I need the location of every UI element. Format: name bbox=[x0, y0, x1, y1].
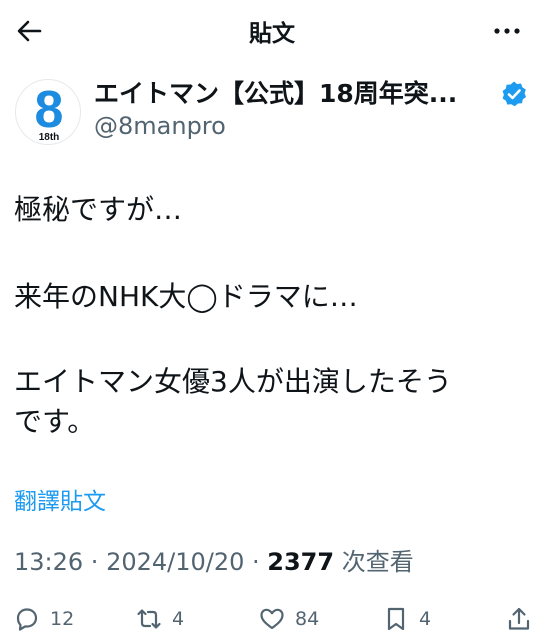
bookmark-button[interactable]: 4 bbox=[383, 606, 431, 632]
verified-badge-icon bbox=[500, 80, 528, 108]
share-button[interactable] bbox=[506, 606, 532, 632]
translate-post-link[interactable]: 翻譯貼文 bbox=[14, 482, 106, 516]
bookmark-count: 4 bbox=[419, 608, 432, 630]
meta-separator: · bbox=[83, 548, 107, 576]
reply-button[interactable]: 12 bbox=[14, 606, 74, 632]
post-text-line: エイトマン女優3人が出演したそう bbox=[14, 365, 452, 398]
action-bar: 12 4 84 4 bbox=[0, 598, 544, 640]
top-bar: 貼文 bbox=[0, 0, 544, 62]
post-text-line: 来年のNHK大◯ドラマに… bbox=[14, 280, 358, 313]
heart-icon bbox=[260, 608, 284, 630]
avatar[interactable]: 8 18th bbox=[15, 79, 81, 145]
repost-button[interactable]: 4 bbox=[136, 606, 184, 632]
share-icon bbox=[508, 607, 530, 630]
author-handle[interactable]: @8manpro bbox=[94, 112, 226, 140]
like-button[interactable]: 84 bbox=[259, 606, 319, 632]
post-text-line: です。 bbox=[14, 405, 96, 438]
reply-count: 12 bbox=[50, 608, 75, 630]
more-options-icon[interactable] bbox=[492, 16, 522, 46]
like-count: 84 bbox=[295, 608, 320, 630]
reply-icon bbox=[16, 608, 38, 631]
post-date[interactable]: 2024/10/20 bbox=[106, 548, 244, 576]
meta-separator: · bbox=[244, 548, 268, 576]
page-title: 貼文 bbox=[249, 21, 295, 47]
avatar-subtext: 18th bbox=[39, 132, 60, 143]
avatar-number: 8 bbox=[35, 81, 64, 139]
repost-count: 4 bbox=[172, 608, 185, 630]
author-name[interactable]: エイトマン【公式】18周年突... bbox=[94, 74, 457, 110]
post-time[interactable]: 13:26 bbox=[14, 548, 83, 576]
post-text-line: 極秘ですが… bbox=[14, 193, 183, 226]
repost-icon bbox=[137, 609, 161, 629]
post-meta: 13:26 · 2024/10/20 · 2377 次查看 bbox=[14, 542, 414, 577]
views-label: 次查看 bbox=[334, 548, 414, 576]
bookmark-icon bbox=[387, 607, 405, 631]
view-count: 2377 bbox=[267, 548, 335, 576]
